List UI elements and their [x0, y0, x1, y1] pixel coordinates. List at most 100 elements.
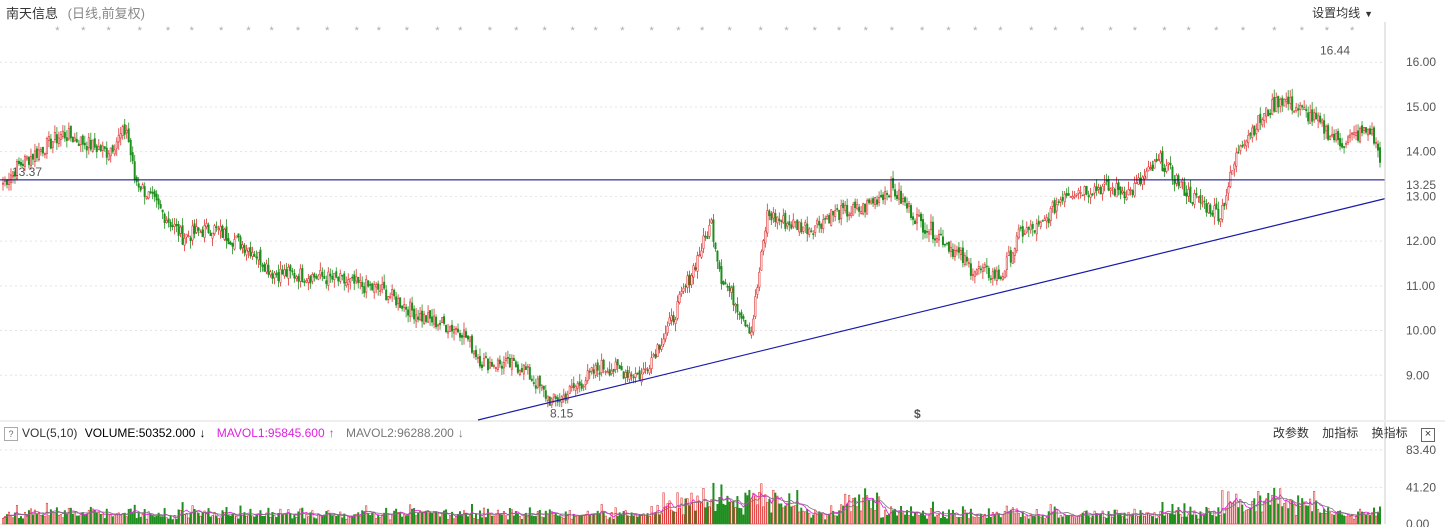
- volume-bar: [512, 515, 515, 525]
- volume-bar: [1013, 513, 1016, 525]
- volume-bar: [786, 502, 789, 525]
- candle-body: [1307, 112, 1310, 122]
- event-marker[interactable]: *: [435, 25, 440, 37]
- candle-body: [1051, 201, 1054, 207]
- candle-body: [285, 269, 288, 277]
- candle-body: [253, 254, 256, 257]
- candle-body: [949, 246, 952, 253]
- event-marker[interactable]: *: [1108, 25, 1113, 37]
- event-marker[interactable]: *: [890, 25, 895, 37]
- candle-body: [588, 370, 591, 373]
- event-marker[interactable]: *: [190, 25, 195, 37]
- event-marker[interactable]: *: [650, 25, 655, 37]
- candle-body: [618, 365, 621, 369]
- candle-body: [263, 264, 266, 272]
- candle-body: [197, 227, 200, 231]
- event-marker[interactable]: *: [219, 25, 224, 37]
- event-marker[interactable]: *: [727, 25, 732, 37]
- event-marker[interactable]: *: [514, 25, 519, 37]
- event-marker[interactable]: *: [55, 25, 60, 37]
- candle-body: [231, 243, 234, 247]
- event-marker[interactable]: *: [458, 25, 463, 37]
- candle-body: [1049, 208, 1052, 221]
- event-marker[interactable]: *: [1187, 25, 1192, 37]
- candle-body: [223, 228, 226, 240]
- volume-bar: [1283, 503, 1286, 525]
- event-marker[interactable]: *: [296, 25, 301, 37]
- event-marker[interactable]: *: [620, 25, 625, 37]
- event-marker[interactable]: *: [270, 25, 275, 37]
- event-marker[interactable]: *: [973, 25, 978, 37]
- event-marker[interactable]: *: [405, 25, 410, 37]
- candle-body: [612, 368, 615, 372]
- event-marker[interactable]: *: [1325, 25, 1330, 37]
- volume-bar: [504, 515, 507, 525]
- event-marker[interactable]: *: [864, 25, 869, 37]
- volume-bar: [1329, 512, 1332, 525]
- event-marker[interactable]: *: [946, 25, 951, 37]
- volume-bar: [670, 509, 673, 525]
- event-marker[interactable]: *: [1272, 25, 1277, 37]
- event-marker[interactable]: *: [166, 25, 171, 37]
- volume-chart[interactable]: 83.40 41.20 0.00: [0, 422, 1445, 527]
- event-marker[interactable]: *: [1080, 25, 1085, 37]
- candle-body: [656, 344, 659, 358]
- candle-body: [786, 222, 789, 227]
- volume-bar: [175, 518, 178, 525]
- event-marker[interactable]: *: [920, 25, 925, 37]
- candle-body: [1359, 127, 1362, 143]
- event-marker[interactable]: *: [1214, 25, 1219, 37]
- trend-line[interactable]: [477, 198, 1386, 421]
- event-marker[interactable]: *: [784, 25, 789, 37]
- event-marker[interactable]: *: [676, 25, 681, 37]
- candle-body: [1327, 125, 1330, 140]
- volume-bar: [836, 515, 839, 525]
- event-marker[interactable]: *: [355, 25, 360, 37]
- volume-bar: [918, 515, 921, 525]
- candle-body: [229, 241, 232, 245]
- candle-body: [598, 372, 601, 375]
- event-marker[interactable]: *: [325, 25, 330, 37]
- candle-body: [93, 138, 96, 148]
- event-marker[interactable]: *: [1300, 25, 1305, 37]
- event-marker[interactable]: *: [700, 25, 705, 37]
- volume-bar: [1341, 514, 1344, 525]
- event-marker[interactable]: *: [1029, 25, 1034, 37]
- candle-body: [363, 286, 366, 294]
- volume-bar: [371, 512, 374, 525]
- event-marker[interactable]: *: [1350, 25, 1355, 37]
- event-marker[interactable]: *: [1053, 25, 1058, 37]
- event-marker[interactable]: *: [998, 25, 1003, 37]
- event-marker[interactable]: *: [138, 25, 143, 37]
- volume-bar: [119, 514, 122, 525]
- candle-body: [804, 222, 807, 226]
- event-marker[interactable]: *: [488, 25, 493, 37]
- event-marker[interactable]: *: [813, 25, 818, 37]
- event-marker[interactable]: *: [758, 25, 763, 37]
- event-marker[interactable]: *: [542, 25, 547, 37]
- price-chart[interactable]: * * * * * * * * * * * * * * * * * * * * * * * * * * * * * * * * * * * * * * * *…: [0, 0, 1445, 422]
- event-marker[interactable]: *: [594, 25, 599, 37]
- event-marker[interactable]: *: [246, 25, 251, 37]
- event-marker[interactable]: *: [1162, 25, 1167, 37]
- event-marker[interactable]: *: [81, 25, 86, 37]
- candle-body: [301, 268, 304, 282]
- event-marker[interactable]: *: [106, 25, 111, 37]
- volume-bar: [868, 499, 871, 525]
- event-marker[interactable]: *: [1133, 25, 1138, 37]
- volume-bar: [1057, 517, 1060, 525]
- volume-bar: [1209, 511, 1212, 525]
- volume-bar: [961, 506, 964, 525]
- candle-body: [259, 249, 262, 265]
- candle-body: [63, 132, 66, 139]
- event-marker[interactable]: *: [1241, 25, 1246, 37]
- volume-bar: [770, 512, 773, 525]
- event-marker[interactable]: *: [377, 25, 382, 37]
- candle-body: [1243, 143, 1246, 147]
- candle-body: [161, 209, 164, 213]
- event-marker[interactable]: *: [570, 25, 575, 37]
- volume-bar: [1165, 512, 1168, 525]
- volume-bar: [1135, 515, 1138, 525]
- candle-body: [884, 191, 887, 199]
- event-marker[interactable]: *: [837, 25, 842, 37]
